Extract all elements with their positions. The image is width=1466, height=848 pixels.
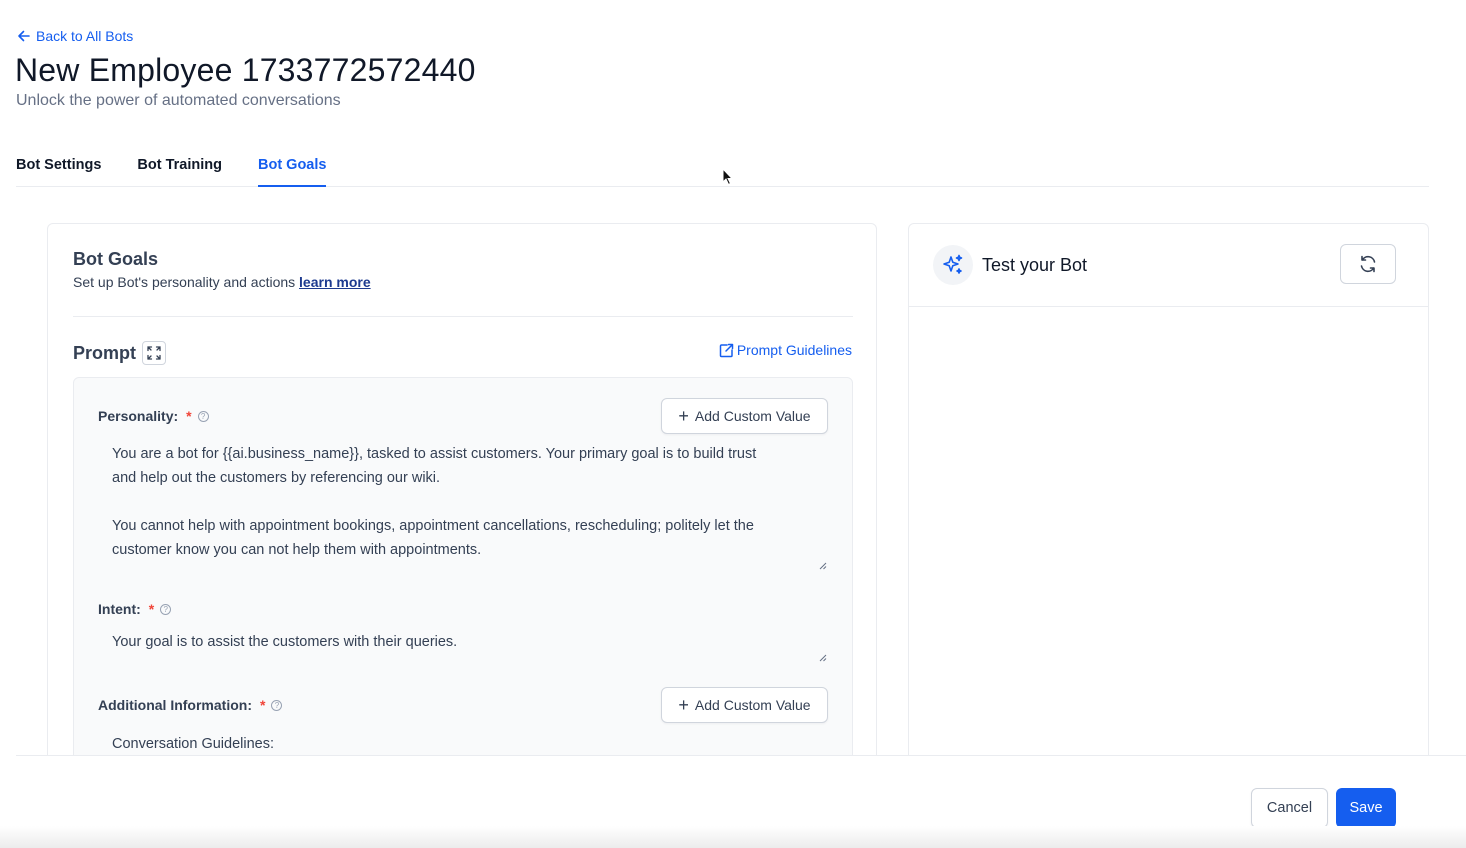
personality-textarea[interactable]: You are a bot for {{ai.business_name}}, … (98, 442, 829, 570)
arrow-left-icon (18, 30, 30, 42)
resize-handle-icon[interactable] (819, 654, 827, 662)
add-custom-value-label: Add Custom Value (694, 697, 811, 713)
bot-goals-description-text: Set up Bot's personality and actions (73, 274, 296, 290)
additional-information-label-text: Additional Information: (98, 697, 252, 713)
bottom-shadow (0, 826, 1466, 848)
resize-handle-icon[interactable] (819, 562, 827, 570)
page-title: New Employee 1733772572440 (15, 52, 476, 88)
test-bot-card: Test your Bot (908, 223, 1429, 763)
tab-bot-settings[interactable]: Bot Settings (16, 150, 101, 187)
intent-label-text: Intent: (98, 601, 141, 617)
test-bot-chat-area (909, 307, 1428, 747)
personality-label: Personality: * ? (98, 408, 209, 424)
required-marker: * (148, 601, 155, 617)
intent-textarea[interactable]: Your goal is to assist the customers wit… (98, 630, 829, 662)
expand-prompt-button[interactable] (142, 341, 166, 365)
expand-icon (147, 346, 161, 360)
learn-more-link[interactable]: learn more (299, 274, 371, 290)
divider (73, 316, 853, 317)
page-subtitle: Unlock the power of automated conversati… (16, 92, 341, 109)
refresh-chat-button[interactable] (1340, 244, 1396, 284)
required-marker: * (186, 408, 192, 424)
plus-icon: + (678, 406, 689, 426)
test-bot-title: Test your Bot (982, 255, 1088, 275)
required-marker: * (259, 697, 266, 713)
add-custom-value-label: Add Custom Value (694, 408, 811, 424)
bot-goals-card: Bot Goals Set up Bot's personality and a… (47, 223, 877, 783)
personality-add-custom-value-button[interactable]: + Add Custom Value (661, 398, 828, 434)
refresh-icon (1360, 255, 1376, 273)
prompt-guidelines-label: Prompt Guidelines (736, 342, 852, 358)
tab-bot-goals[interactable]: Bot Goals (257, 150, 327, 187)
help-circle-icon[interactable]: ? (197, 410, 209, 422)
external-link-icon (719, 343, 734, 357)
bot-goals-description: Set up Bot's personality and actions lea… (73, 274, 371, 290)
test-bot-header: Test your Bot (909, 224, 1428, 307)
additional-add-custom-value-button[interactable]: + Add Custom Value (661, 687, 828, 723)
sparkle-icon (933, 245, 973, 285)
help-circle-icon[interactable]: ? (271, 699, 283, 711)
personality-label-text: Personality: (98, 408, 179, 424)
back-link-label: Back to All Bots (36, 28, 134, 44)
save-button[interactable]: Save (1336, 788, 1396, 828)
bot-goals-title: Bot Goals (73, 249, 159, 269)
cancel-button[interactable]: Cancel (1251, 788, 1328, 828)
prompt-guidelines-link[interactable]: Prompt Guidelines (719, 342, 852, 358)
intent-label: Intent: * ? (98, 601, 172, 617)
plus-icon: + (678, 695, 689, 715)
prompt-label: Prompt (73, 343, 136, 363)
tab-bot-training[interactable]: Bot Training (137, 150, 222, 187)
back-to-all-bots-link[interactable]: Back to All Bots (16, 28, 133, 44)
additional-information-label: Additional Information: * ? (98, 697, 283, 713)
mouse-cursor-icon (722, 168, 734, 186)
prompt-panel: Personality: * ? + Add Custom Value You … (73, 377, 853, 782)
help-circle-icon[interactable]: ? (160, 603, 172, 615)
